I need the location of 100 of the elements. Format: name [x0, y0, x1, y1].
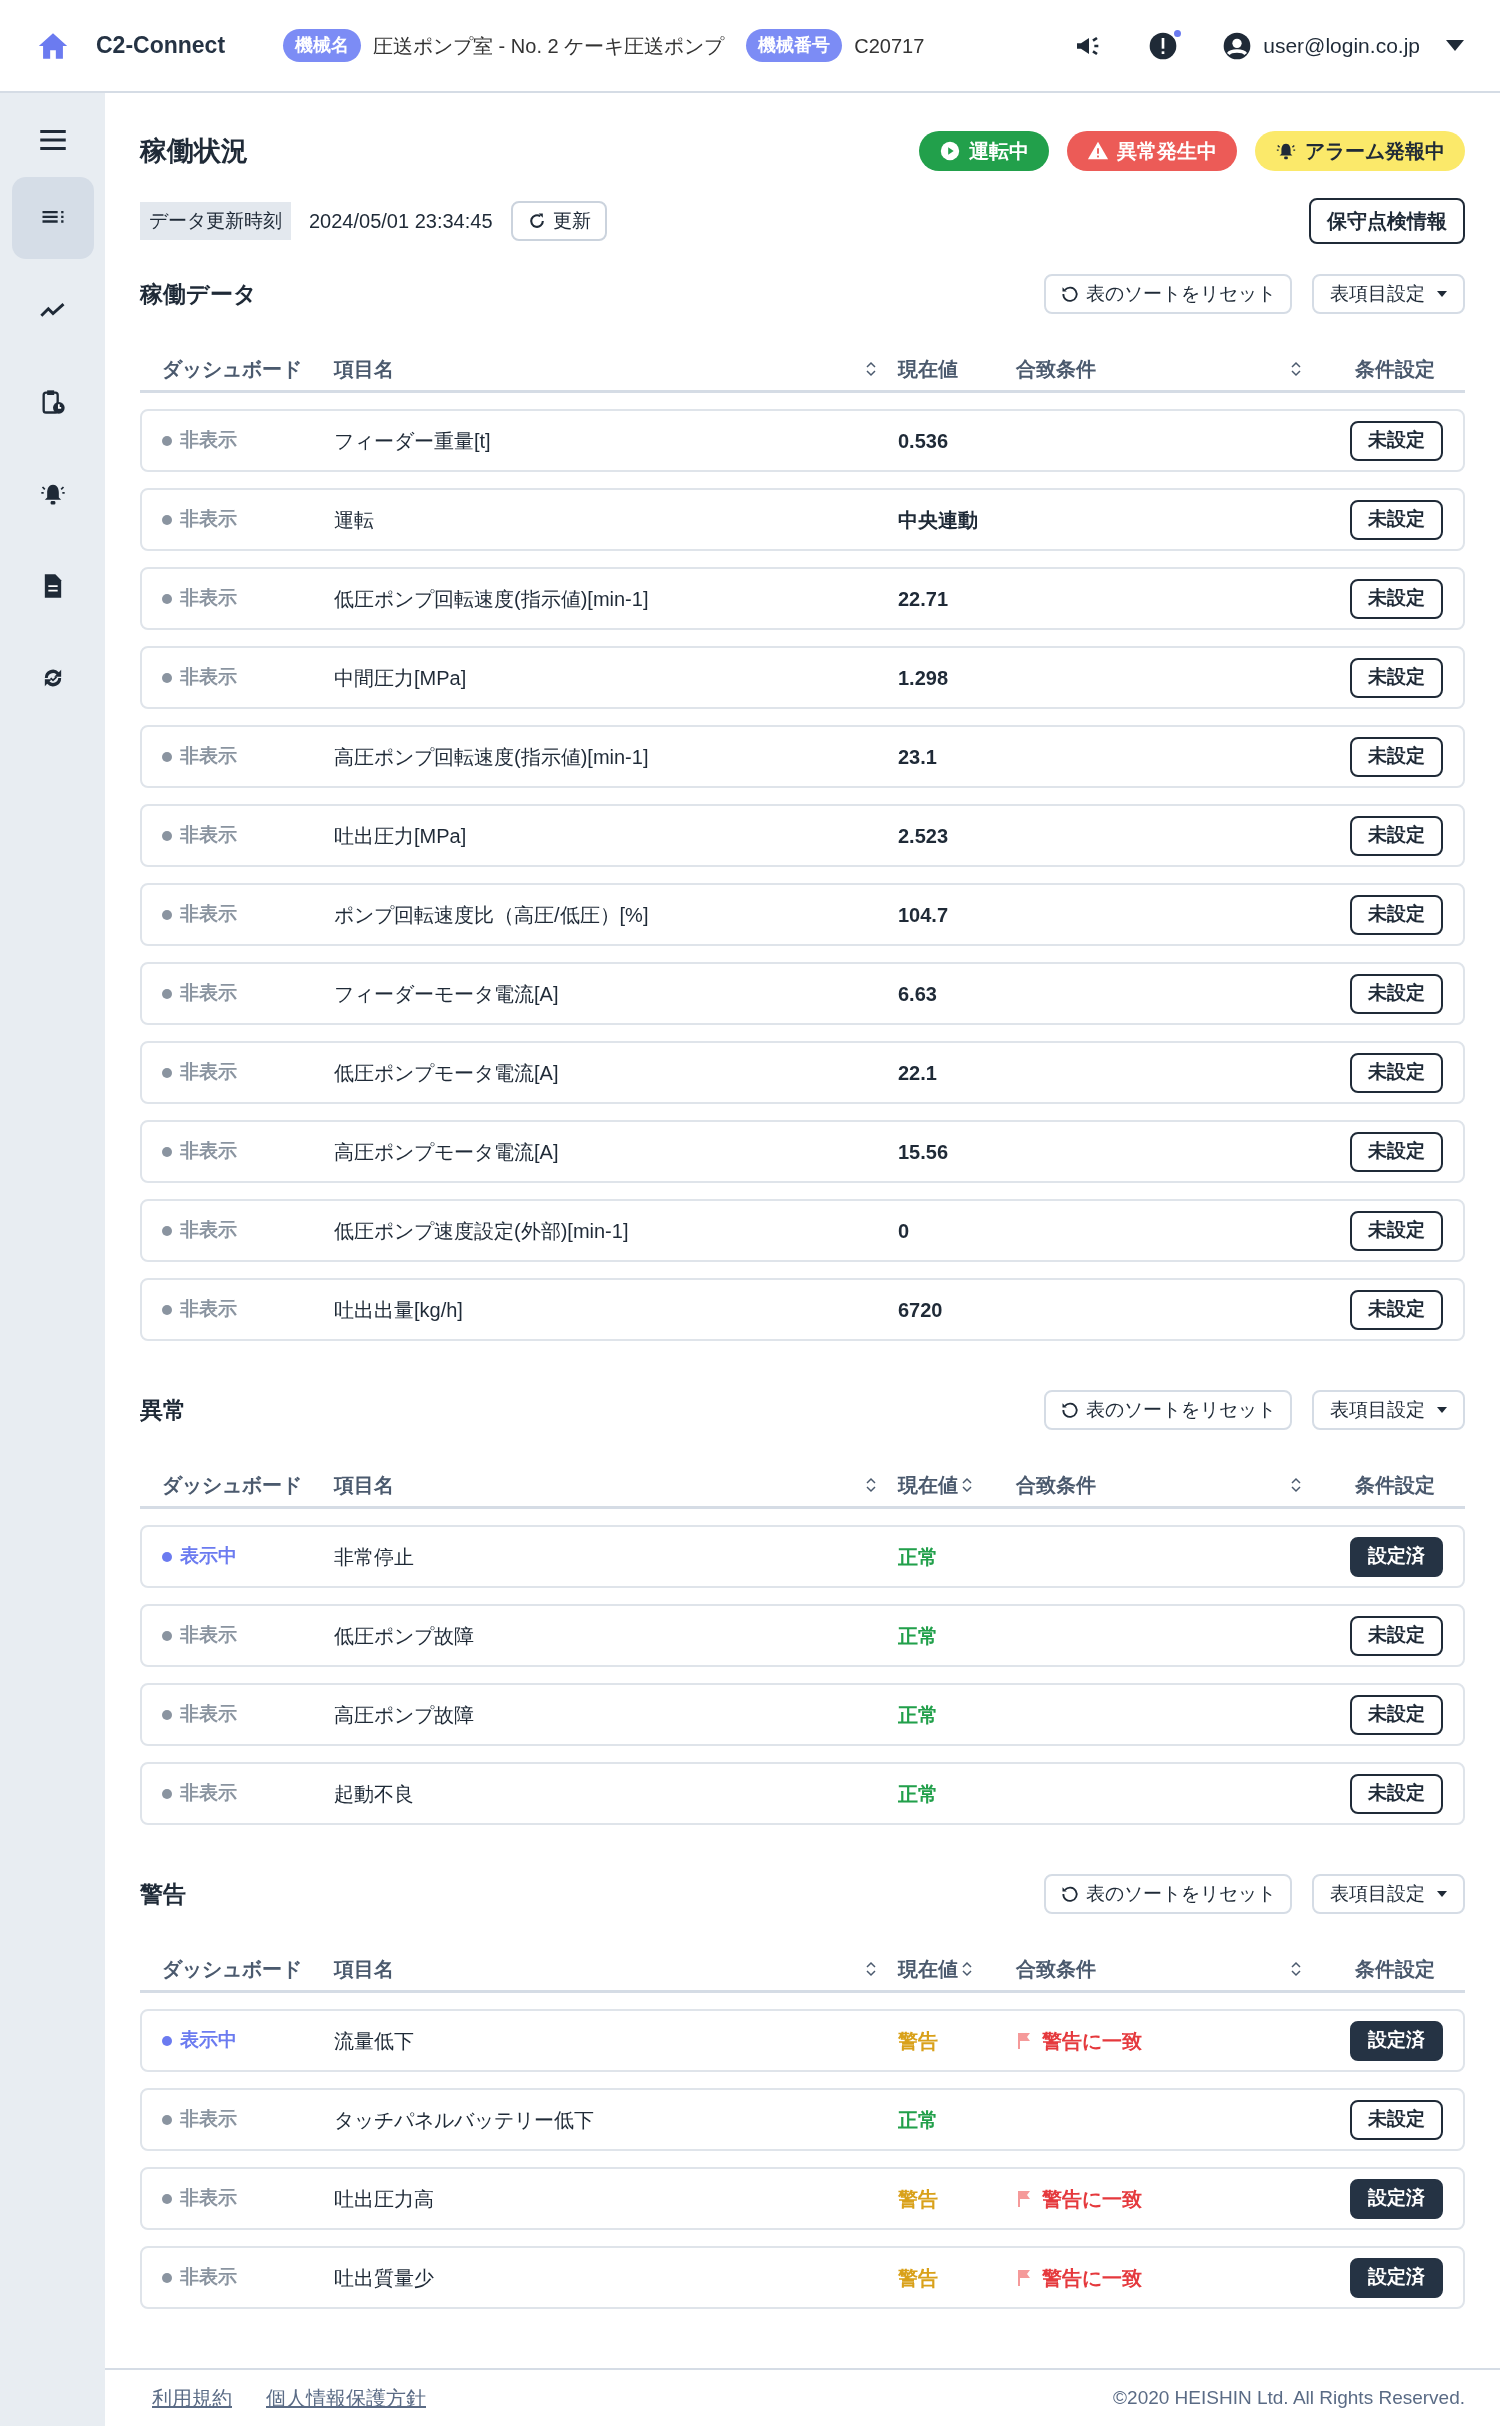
dashboard-status: 非表示	[162, 2263, 334, 2292]
column-settings-button[interactable]: 表項目設定	[1312, 1390, 1465, 1430]
item-name: 低圧ポンプ速度設定(外部)[min-1]	[334, 1218, 630, 1244]
dashboard-status: 非表示	[162, 1295, 334, 1324]
dashboard-status: 非表示	[162, 2184, 334, 2213]
condition-setting-button[interactable]: 未設定	[1350, 1773, 1443, 1814]
caret-icon	[1437, 1407, 1447, 1413]
flag-icon	[1016, 2189, 1032, 2208]
condition-setting-button[interactable]: 未設定	[1350, 499, 1443, 540]
item-name: 低圧ポンプ故障	[334, 1623, 475, 1649]
sort-icon[interactable]	[866, 1960, 876, 1977]
footer-link[interactable]: 個人情報保護方針	[266, 2383, 426, 2413]
current-value: 警告	[898, 2028, 939, 2054]
alert-icon[interactable]	[1147, 29, 1180, 62]
item-name: 吐出質量少	[334, 2265, 435, 2291]
dashboard-status: 非表示	[162, 505, 334, 534]
condition-setting-button[interactable]: 未設定	[1350, 1694, 1443, 1735]
item-name: フィーダー重量[t]	[334, 428, 492, 454]
column-settings-button[interactable]: 表項目設定	[1312, 274, 1465, 314]
condition-setting-button[interactable]: 未設定	[1350, 2099, 1443, 2140]
dashboard-status: 非表示	[162, 1700, 334, 1729]
caret-icon	[1446, 40, 1464, 51]
footer-link[interactable]: 利用規約	[152, 2383, 232, 2413]
condition-setting-button[interactable]: 未設定	[1350, 1131, 1443, 1172]
column-settings-button[interactable]: 表項目設定	[1312, 1874, 1465, 1914]
condition-setting-button[interactable]: 未設定	[1350, 578, 1443, 619]
dashboard-status: 非表示	[162, 584, 334, 613]
sort-icon[interactable]	[962, 1476, 972, 1493]
condition-setting-button[interactable]: 設定済	[1350, 2257, 1443, 2298]
reset-sort-button[interactable]: 表のソートをリセット	[1044, 274, 1292, 314]
column-header: 項目名	[334, 1472, 394, 1498]
dashboard-status: 表示中	[162, 1542, 334, 1571]
sort-icon[interactable]	[1291, 360, 1301, 377]
condition-setting-button[interactable]: 未設定	[1350, 973, 1443, 1014]
dashboard-status: 非表示	[162, 1058, 334, 1087]
current-value: 警告	[898, 2186, 939, 2212]
dashboard-status: 非表示	[162, 1137, 334, 1166]
column-header: ダッシュボード	[162, 1472, 302, 1498]
badge-value: C20717	[854, 33, 925, 59]
section-title: 異常	[140, 1395, 186, 1425]
sort-icon[interactable]	[866, 1476, 876, 1493]
refresh-button[interactable]: 更新	[510, 201, 607, 241]
column-header: ダッシュボード	[162, 356, 302, 382]
reset-sort-button[interactable]: 表のソートをリセット	[1044, 1390, 1292, 1430]
maintenance-button[interactable]: 保守点検情報	[1309, 198, 1465, 244]
status-pill: 異常発生中	[1067, 131, 1237, 171]
dashboard-status: 非表示	[162, 1216, 334, 1245]
current-value: 15.56	[898, 1139, 950, 1165]
condition-setting-button[interactable]: 未設定	[1350, 420, 1443, 461]
app-name: C2-Connect	[96, 31, 226, 61]
status-pill: 運転中	[919, 131, 1049, 171]
condition-setting-button[interactable]: 設定済	[1350, 2178, 1443, 2219]
item-name: 非常停止	[334, 1544, 415, 1570]
current-value: 正常	[898, 1702, 939, 1728]
warning-icon	[1087, 140, 1109, 162]
item-name: タッチパネルバッテリー低下	[334, 2107, 595, 2133]
item-name: 低圧ポンプモータ電流[A]	[334, 1060, 560, 1086]
condition-setting-button[interactable]: 未設定	[1350, 1615, 1443, 1656]
condition-setting-button[interactable]: 未設定	[1350, 815, 1443, 856]
condition-setting-button[interactable]: 設定済	[1350, 2020, 1443, 2061]
current-value: 正常	[898, 2107, 939, 2133]
condition-setting-button[interactable]: 未設定	[1350, 894, 1443, 935]
condition-setting-button[interactable]: 未設定	[1350, 1210, 1443, 1251]
caret-icon	[1437, 1891, 1447, 1897]
sort-icon[interactable]	[1291, 1960, 1301, 1977]
user-menu[interactable]: user@login.co.jp	[1221, 29, 1464, 62]
current-value: 正常	[898, 1544, 939, 1570]
match-condition: 警告に一致	[1016, 2262, 1323, 2293]
sort-icon[interactable]	[866, 360, 876, 377]
item-name: 高圧ポンプ回転速度(指示値)[min-1]	[334, 744, 650, 770]
current-value: 104.7	[898, 902, 950, 928]
badge-value: 圧送ポンプ室 - No. 2 ケーキ圧送ポンプ	[373, 33, 725, 59]
sort-icon[interactable]	[962, 1960, 972, 1977]
column-header: 現在値	[898, 1956, 958, 1982]
item-name: 吐出圧力高	[334, 2186, 435, 2212]
dashboard-status: 非表示	[162, 663, 334, 692]
item-name: 高圧ポンプモータ電流[A]	[334, 1139, 560, 1165]
condition-setting-button[interactable]: 設定済	[1350, 1536, 1443, 1577]
condition-setting-button[interactable]: 未設定	[1350, 1052, 1443, 1093]
update-time: 2024/05/01 23:34:45	[309, 209, 493, 234]
condition-setting-button[interactable]: 未設定	[1350, 657, 1443, 698]
dashboard-status: 非表示	[162, 1621, 334, 1650]
column-header: 条件設定	[1355, 356, 1435, 382]
dashboard-status: 非表示	[162, 426, 334, 455]
match-condition: 警告に一致	[1016, 2025, 1323, 2056]
current-value: 正常	[898, 1623, 939, 1649]
caret-icon	[1437, 291, 1447, 297]
current-value: 22.1	[898, 1060, 938, 1086]
condition-setting-button[interactable]: 未設定	[1350, 736, 1443, 777]
column-header: 合致条件	[1016, 1956, 1096, 1982]
item-name: 吐出出量[kg/h]	[334, 1297, 464, 1323]
reset-sort-button[interactable]: 表のソートをリセット	[1044, 1874, 1292, 1914]
column-header: 条件設定	[1355, 1956, 1435, 1982]
sort-icon[interactable]	[1291, 1476, 1301, 1493]
update-label: データ更新時刻	[140, 201, 291, 241]
current-value: 0	[898, 1218, 911, 1244]
reset-icon	[1060, 284, 1080, 304]
item-name: 流量低下	[334, 2028, 415, 2054]
dashboard-status: 非表示	[162, 900, 334, 929]
condition-setting-button[interactable]: 未設定	[1350, 1289, 1443, 1330]
